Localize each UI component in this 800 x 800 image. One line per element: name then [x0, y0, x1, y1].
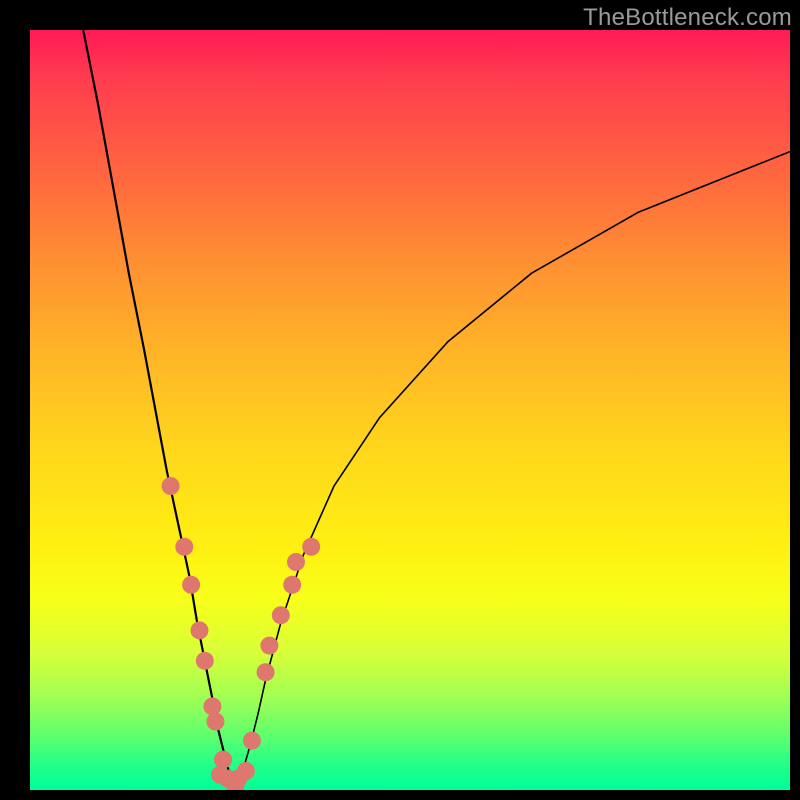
curve-left — [83, 30, 235, 786]
data-point — [226, 777, 244, 790]
data-point — [257, 663, 275, 681]
watermark-text: TheBottleneck.com — [583, 4, 792, 32]
data-point — [229, 770, 247, 788]
outer-frame: TheBottleneck.com — [0, 0, 800, 800]
data-point — [203, 697, 221, 715]
data-point — [302, 538, 320, 556]
data-point — [272, 606, 290, 624]
data-point — [206, 713, 224, 731]
data-point — [211, 766, 229, 784]
data-point — [162, 477, 180, 495]
data-point — [190, 621, 208, 639]
data-point — [214, 751, 232, 769]
data-point — [283, 576, 301, 594]
data-point — [260, 637, 278, 655]
data-point — [182, 576, 200, 594]
curve-right — [235, 152, 790, 787]
data-point — [237, 762, 255, 780]
chart-svg — [30, 30, 790, 790]
sample-points — [162, 477, 321, 790]
plot-area — [30, 30, 790, 790]
data-point — [287, 553, 305, 571]
data-point — [219, 770, 237, 788]
data-point — [243, 732, 261, 750]
data-point — [175, 538, 193, 556]
data-point — [196, 652, 214, 670]
